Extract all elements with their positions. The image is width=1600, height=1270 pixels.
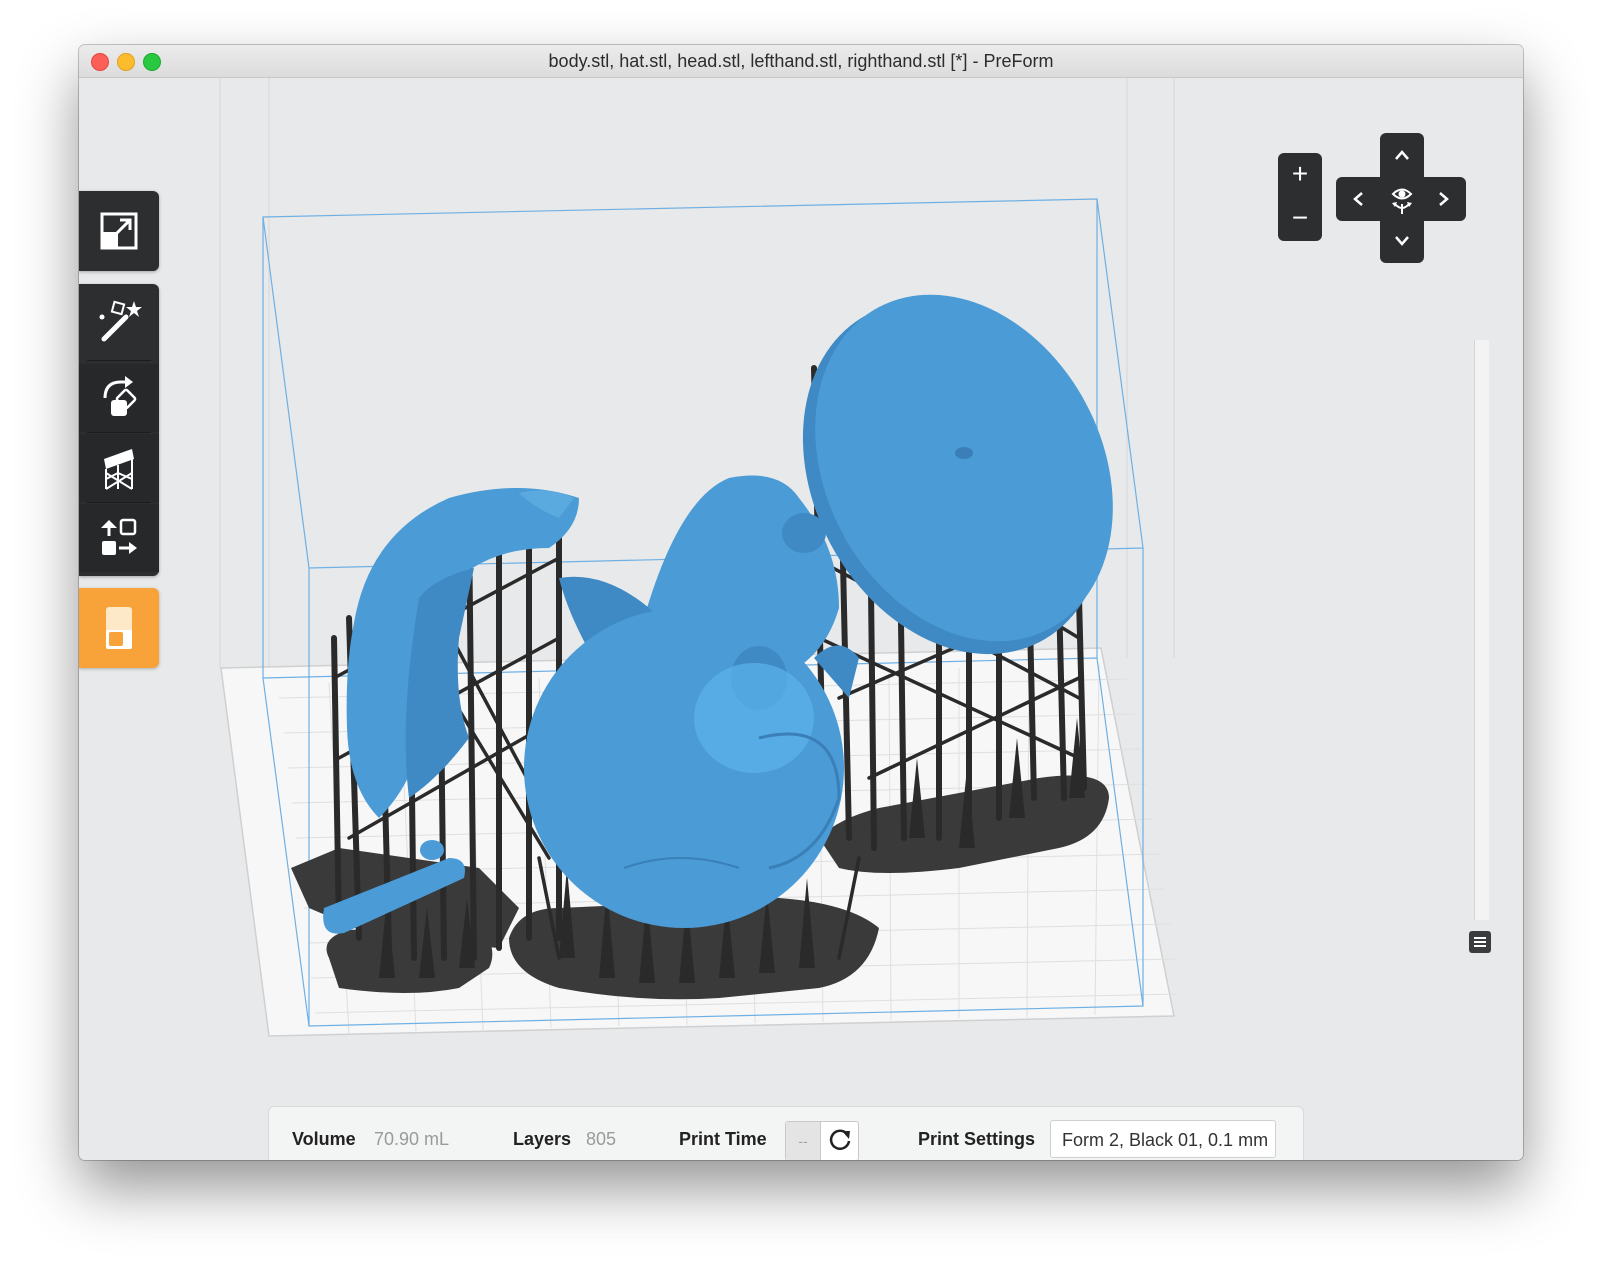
toolbar-scale	[79, 191, 159, 271]
layers-value: 805	[586, 1129, 617, 1149]
eye-icon	[1391, 188, 1413, 214]
layout-icon	[101, 518, 137, 555]
side-panel-track[interactable]	[1474, 340, 1489, 920]
3d-viewport[interactable]: + − Volume 70.90 mL Layers 805 Print Tim…	[79, 78, 1523, 1160]
print-settings-label: Print Settings	[918, 1129, 1036, 1149]
right-arrow-icon	[1439, 192, 1449, 206]
down-arrow-icon	[1395, 236, 1409, 246]
zoom-in-button[interactable]: +	[1278, 153, 1322, 197]
up-arrow-icon	[1395, 150, 1409, 160]
layers-label: Layers	[513, 1129, 572, 1149]
pan-controls	[1336, 133, 1466, 263]
toolbar-main	[79, 284, 159, 576]
supports-tool[interactable]	[79, 434, 159, 502]
orientation-tool[interactable]	[79, 364, 159, 432]
zoom-window-button[interactable]	[143, 53, 161, 71]
title-bar: body.stl, hat.stl, head.stl, lefthand.st…	[79, 45, 1523, 78]
print-time-control: --	[785, 1121, 859, 1160]
scale-to-fit-tool[interactable]	[79, 197, 159, 265]
minimize-window-button[interactable]	[117, 53, 135, 71]
zoom-out-button[interactable]: −	[1278, 197, 1322, 241]
volume-label: Volume	[292, 1129, 356, 1149]
job-info-bar: Volume 70.90 mL Layers 805 Print Time --…	[268, 1106, 1304, 1160]
refresh-icon	[829, 1129, 850, 1150]
pan-up-button[interactable]	[1380, 133, 1424, 177]
print-settings-field[interactable]: Form 2, Black 01, 0.1 mm	[1050, 1120, 1276, 1158]
print-icon	[106, 607, 132, 649]
expand-icon	[100, 212, 138, 250]
pan-down-button[interactable]	[1380, 219, 1424, 263]
pan-left-button[interactable]	[1336, 177, 1380, 221]
magic-wand-icon	[99, 300, 142, 342]
supports-icon	[104, 449, 134, 490]
pan-right-button[interactable]	[1422, 177, 1466, 221]
reset-view-button[interactable]	[1380, 177, 1424, 221]
print-button[interactable]	[79, 588, 159, 668]
volume-value: 70.90 mL	[374, 1129, 450, 1149]
estimate-print-time-button[interactable]	[821, 1122, 858, 1160]
print-time-value: --	[786, 1122, 821, 1160]
window-title: body.stl, hat.stl, head.stl, lefthand.st…	[548, 51, 1054, 71]
rotate-icon	[103, 376, 137, 416]
print-time-label: Print Time	[679, 1129, 767, 1149]
auto-orient-tool[interactable]	[79, 288, 159, 356]
zoom-controls: + −	[1278, 153, 1322, 241]
left-arrow-icon	[1353, 192, 1363, 206]
close-window-button[interactable]	[91, 53, 109, 71]
layout-tool[interactable]	[79, 504, 159, 572]
preform-window: body.stl, hat.stl, head.stl, lefthand.st…	[79, 45, 1523, 1160]
side-panel-toggle[interactable]	[1469, 931, 1491, 953]
list-icon	[1474, 937, 1486, 947]
